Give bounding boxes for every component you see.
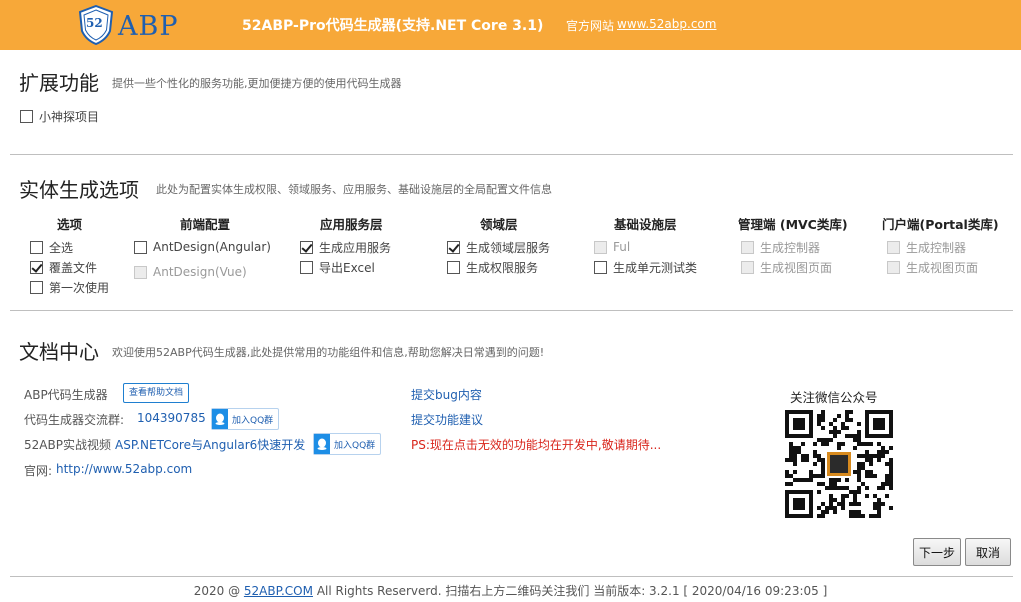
checkbox-antdesign-vue[interactable]: AntDesign(Vue) [134, 264, 247, 280]
checkbox-label: 生成领域层服务 [466, 240, 551, 255]
checkbox-label: 生成视图页面 [906, 260, 979, 275]
checkbox-label: AntDesign(Vue) [153, 265, 247, 279]
group-number[interactable]: 104390785 [137, 411, 206, 425]
extensions-desc: 提供一些个性化的服务功能,更加便捷方便的使用代码生成器 [112, 77, 402, 90]
abp-label: ABP代码生成器 [24, 388, 108, 402]
help-docs-button[interactable]: 查看帮助文档 [123, 383, 190, 403]
checkbox-label: 导出Excel [319, 260, 375, 275]
checkbox-admin-controller[interactable]: 生成控制器 [741, 239, 820, 255]
checkbox-label: 生成单元测试类 [613, 260, 698, 275]
checkbox-box[interactable] [30, 260, 43, 274]
cancel-button[interactable]: 取消 [965, 538, 1011, 566]
checkbox-label: 生成控制器 [760, 240, 821, 255]
checkbox-label: Ful [613, 240, 631, 254]
submit-feature-link[interactable]: 提交功能建议 [411, 411, 483, 428]
checkbox-box[interactable] [30, 240, 43, 254]
checkbox-box[interactable] [887, 240, 900, 254]
checkbox-box[interactable] [741, 260, 754, 274]
checkbox-box[interactable] [30, 280, 43, 294]
qr-title: 关注微信公众号 [790, 390, 878, 405]
qr-code-icon [785, 410, 893, 518]
join-qq-label: 加入QQ群 [334, 440, 376, 451]
site-label: 官方网站 [566, 19, 615, 33]
next-button[interactable]: 下一步 [913, 538, 961, 566]
footer: 2020 @ 52ABP.COM All Rights Reserverd. 扫… [0, 582, 1021, 599]
app-title: 52ABP-Pro代码生成器(支持.NET Core 3.1) [242, 18, 544, 34]
video-link[interactable]: ASP.NETCore与Angular6快速开发 [115, 436, 305, 453]
ps-notice: PS:现在点击无效的功能均在开发中,敬请期待... [411, 438, 662, 452]
checkbox-label: 小神探项目 [39, 109, 100, 124]
divider [10, 576, 1013, 577]
checkbox-box[interactable] [20, 109, 33, 123]
col-header-domain: 领域层 [480, 217, 518, 232]
checkbox-ful[interactable]: Ful [594, 239, 630, 255]
col-header-portal: 门户端(Portal类库) [882, 217, 999, 232]
docs-title: 文档中心 [19, 340, 99, 364]
top-header: 52 ABP 52ABP-Pro代码生成器(支持.NET Core 3.1) 官… [0, 0, 1021, 50]
col-header-application: 应用服务层 [320, 217, 383, 232]
footer-prefix: 2020 @ [193, 584, 241, 598]
video-label: 52ABP实战视频 [24, 438, 111, 452]
checkbox-admin-view[interactable]: 生成视图页面 [741, 259, 832, 275]
group-label: 代码生成器交流群: [24, 413, 125, 427]
qq-icon [212, 409, 228, 429]
checkbox-label: 第一次使用 [49, 280, 110, 295]
join-qq-label: 加入QQ群 [232, 415, 274, 426]
checkbox-box[interactable] [447, 240, 460, 254]
logo-text: ABP [118, 11, 179, 42]
divider [10, 154, 1013, 155]
checkbox-label: 生成应用服务 [319, 240, 392, 255]
checkbox-portal-view[interactable]: 生成视图页面 [887, 259, 978, 275]
checkbox-gen-permission-service[interactable]: 生成权限服务 [447, 259, 538, 275]
checkbox-box[interactable] [134, 265, 147, 279]
checkbox-label: 覆盖文件 [49, 260, 98, 275]
site-link[interactable]: www.52abp.com [617, 17, 716, 31]
join-qq-button[interactable]: 加入QQ群 [211, 408, 280, 430]
site-label: 官网: [24, 464, 53, 478]
checkbox-antdesign-angular[interactable]: AntDesign(Angular) [134, 239, 271, 255]
docs-desc: 欢迎使用52ABP代码生成器,此处提供常用的功能组件和信息,帮助您解决日常遇到的… [112, 346, 545, 359]
checkbox-box[interactable] [134, 240, 147, 254]
checkbox-first-use[interactable]: 第一次使用 [30, 279, 109, 295]
checkbox-label: 生成控制器 [906, 240, 967, 255]
checkbox-portal-controller[interactable]: 生成控制器 [887, 239, 966, 255]
checkbox-box[interactable] [300, 240, 313, 254]
col-header-options: 选项 [57, 217, 83, 232]
checkbox-label: 生成视图页面 [760, 260, 833, 275]
site-url-link[interactable]: http://www.52abp.com [56, 462, 192, 476]
divider [10, 310, 1013, 311]
checkbox-label: 全选 [49, 240, 74, 255]
entity-desc: 此处为配置实体生成权限、领域服务、应用服务、基础设施层的全局配置文件信息 [156, 183, 552, 196]
col-header-frontend: 前端配置 [180, 217, 231, 232]
join-qq-button-2[interactable]: 加入QQ群 [313, 433, 382, 455]
checkbox-box[interactable] [300, 260, 313, 274]
extensions-title: 扩展功能 [19, 71, 99, 95]
checkbox-box[interactable] [594, 240, 607, 254]
checkbox-export-excel[interactable]: 导出Excel [300, 259, 375, 275]
checkbox-box[interactable] [887, 260, 900, 274]
logo-badge: 52 [86, 16, 103, 30]
logo[interactable]: 52 ABP [78, 5, 188, 45]
checkbox-box[interactable] [741, 240, 754, 254]
submit-bug-link[interactable]: 提交bug内容 [411, 386, 482, 403]
entity-title: 实体生成选项 [19, 178, 139, 202]
checkbox-gen-unit-test[interactable]: 生成单元测试类 [594, 259, 697, 275]
footer-suffix: All Rights Reserverd. 扫描右上方二维码关注我们 当前版本:… [316, 584, 828, 598]
checkbox-box[interactable] [594, 260, 607, 274]
col-header-admin: 管理端 (MVC类库) [738, 217, 848, 232]
checkbox-gen-app-service[interactable]: 生成应用服务 [300, 239, 391, 255]
checkbox-box[interactable] [447, 260, 460, 274]
footer-brand-link[interactable]: 52ABP.COM [244, 584, 313, 598]
qq-icon [314, 434, 330, 454]
checkbox-label: 生成权限服务 [466, 260, 539, 275]
col-header-infrastructure: 基础设施层 [614, 217, 677, 232]
checkbox-xiaoshentan[interactable]: 小神探项目 [20, 108, 99, 124]
checkbox-label: AntDesign(Angular) [153, 240, 271, 254]
checkbox-gen-domain-service[interactable]: 生成领域层服务 [447, 239, 550, 255]
checkbox-overwrite[interactable]: 覆盖文件 [30, 259, 97, 275]
checkbox-select-all[interactable]: 全选 [30, 239, 73, 255]
